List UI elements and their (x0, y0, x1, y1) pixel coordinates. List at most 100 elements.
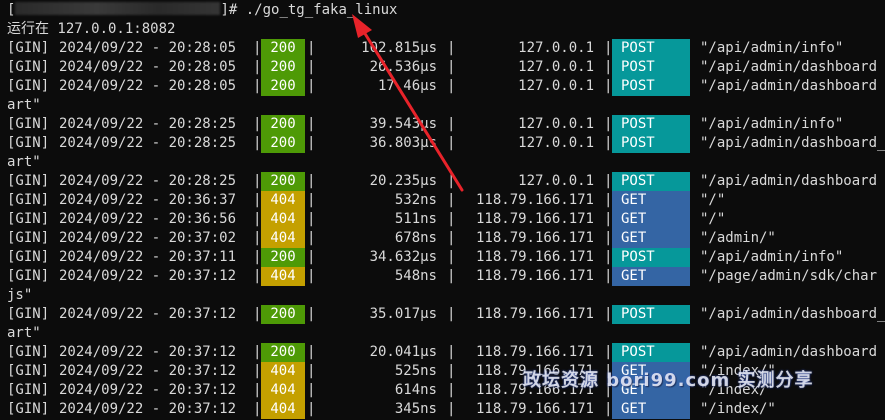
log-latency: 511ns (394, 211, 437, 227)
log-row: [GIN] 2024/09/22 - 20:36:56 | 404 | 511ns | 118… (0, 210, 885, 229)
status-code-badge: 404 (261, 400, 305, 419)
status-code-badge: 404 (261, 381, 305, 400)
log-tag: [GIN] (7, 230, 50, 246)
log-datetime: 2024/09/22 - 20:28:05 (59, 59, 237, 75)
log-datetime: 2024/09/22 - 20:37:12 (59, 401, 237, 417)
log-datetime: 2024/09/22 - 20:28:25 (59, 116, 237, 132)
log-tag: [GIN] (7, 211, 50, 227)
log-wrap-line: art" (7, 154, 41, 170)
log-datetime: 2024/09/22 - 20:37:12 (59, 382, 237, 398)
log-client-ip: 127.0.0.1 (518, 40, 594, 56)
status-code-badge: 200 (261, 172, 305, 191)
watermark: 政坛资源 bori99.com 实测分享 (523, 370, 814, 391)
http-method-badge: POST (612, 343, 690, 362)
http-method-badge: GET (612, 191, 690, 210)
log-request-path: "/admin/" (700, 230, 776, 246)
log-row: [GIN] 2024/09/22 - 20:37:11 | 200 | 34.632µs |… (0, 248, 885, 267)
prompt-close: ]# (220, 2, 238, 18)
status-code-badge: 200 (261, 305, 305, 324)
log-request-path: "/" (700, 211, 726, 227)
log-datetime: 2024/09/22 - 20:28:25 (59, 135, 237, 151)
status-code-badge: 200 (261, 343, 305, 362)
log-row: [GIN] 2024/09/22 - 20:37:12 | 200 | 35.017µs |… (0, 305, 885, 324)
log-tag: [GIN] (7, 344, 50, 360)
log-latency: 548ns (394, 268, 437, 284)
log-datetime: 2024/09/22 - 20:28:05 (59, 40, 237, 56)
column-separator: | (307, 40, 316, 56)
log-request-path: "/api/admin/dashboard_ (700, 306, 885, 322)
log-request-path: "/api/admin/dashboard (700, 78, 878, 94)
log-request-path: "/api/admin/info" (700, 249, 844, 265)
http-method-badge: POST (612, 248, 690, 267)
log-tag: [GIN] (7, 116, 50, 132)
log-latency: 532ns (394, 192, 437, 208)
log-client-ip: 118.79.166.171 (475, 344, 594, 360)
log-request-path: "/api/admin/info" (700, 40, 844, 56)
http-method-badge: POST (612, 39, 690, 58)
log-request-path: "/api/admin/dashboard (700, 59, 878, 75)
column-separator: | (307, 192, 316, 208)
log-latency: 39.543µs (369, 116, 437, 132)
log-request-path: "/api/admin/dashboard (700, 173, 878, 189)
log-client-ip: 118.79.166.171 (475, 306, 594, 322)
status-code-badge: 404 (261, 362, 305, 381)
log-datetime: 2024/09/22 - 20:36:37 (59, 192, 237, 208)
log-row: [GIN] 2024/09/22 - 20:37:12 | 200 | 20.041µs |… (0, 343, 885, 362)
log-tag: [GIN] (7, 363, 50, 379)
log-row: [GIN] 2024/09/22 - 20:28:25 | 200 | 39.543µs |… (0, 115, 885, 134)
log-client-ip: 118.79.166.171 (475, 230, 594, 246)
prompt-open-bracket: [ (7, 2, 16, 18)
http-method-badge: POST (612, 115, 690, 134)
log-row: [GIN] 2024/09/22 - 20:28:05 | 200 | 102.815µs… (0, 39, 885, 58)
status-code-badge: 200 (261, 77, 305, 96)
log-client-ip: 118.79.166.171 (475, 249, 594, 265)
column-separator: | (307, 344, 316, 360)
log-datetime: 2024/09/22 - 20:37:02 (59, 230, 237, 246)
column-separator: | (307, 116, 316, 132)
log-client-ip: 127.0.0.1 (518, 78, 594, 94)
log-request-path: "/" (700, 192, 726, 208)
column-separator: | (307, 363, 316, 379)
log-tag: [GIN] (7, 173, 50, 189)
log-datetime: 2024/09/22 - 20:37:12 (59, 344, 237, 360)
log-wrap-line: js" (7, 287, 33, 303)
log-latency: 102.815µs (361, 40, 437, 56)
http-method-badge: POST (612, 305, 690, 324)
log-latency: 35.017µs (369, 306, 437, 322)
terminal-window[interactable]: []# ./go_tg_faka_linux 运行在 127.0.0.1:808… (0, 0, 885, 420)
log-latency: 525ns (394, 363, 437, 379)
status-code-badge: 200 (261, 39, 305, 58)
log-latency: 36.803µs (369, 135, 437, 151)
log-request-path: "/index/" (700, 401, 776, 417)
log-row: [GIN] 2024/09/22 - 20:28:25 | 200 | 36.803µs |… (0, 134, 885, 153)
log-row: [GIN] 2024/09/22 - 20:28:05 | 200 | 17.46µs | 1… (0, 77, 885, 96)
log-client-ip: 118.79.166.171 (475, 211, 594, 227)
log-wrap-line: art" (7, 325, 41, 341)
http-method-badge: GET (612, 400, 690, 419)
http-method-badge: GET (612, 267, 690, 286)
column-separator: | (307, 135, 316, 151)
log-datetime: 2024/09/22 - 20:37:12 (59, 363, 237, 379)
http-method-badge: POST (612, 77, 690, 96)
log-tag: [GIN] (7, 401, 50, 417)
log-datetime: 2024/09/22 - 20:37:12 (59, 306, 237, 322)
log-wrap-line: art" (7, 97, 41, 113)
status-code-badge: 404 (261, 210, 305, 229)
log-datetime: 2024/09/22 - 20:28:05 (59, 78, 237, 94)
status-code-badge: 404 (261, 229, 305, 248)
log-row: [GIN] 2024/09/22 - 20:37:12 | 404 | 548ns | 118… (0, 267, 885, 286)
status-code-badge: 200 (261, 58, 305, 77)
log-tag: [GIN] (7, 268, 50, 284)
column-separator: | (307, 173, 316, 189)
log-row: [GIN] 2024/09/22 - 20:37:02 | 404 | 678ns | 118… (0, 229, 885, 248)
shell-prompt: []# ./go_tg_faka_linux (7, 1, 397, 20)
log-latency: 26.536µs (369, 59, 437, 75)
log-client-ip: 127.0.0.1 (518, 173, 594, 189)
log-tag: [GIN] (7, 192, 50, 208)
http-method-badge: GET (612, 210, 690, 229)
log-request-path: "/api/admin/dashboard_ (700, 135, 885, 151)
log-datetime: 2024/09/22 - 20:28:25 (59, 173, 237, 189)
column-separator: | (307, 211, 316, 227)
status-code-badge: 404 (261, 267, 305, 286)
log-request-path: "/api/admin/dashboard (700, 344, 878, 360)
